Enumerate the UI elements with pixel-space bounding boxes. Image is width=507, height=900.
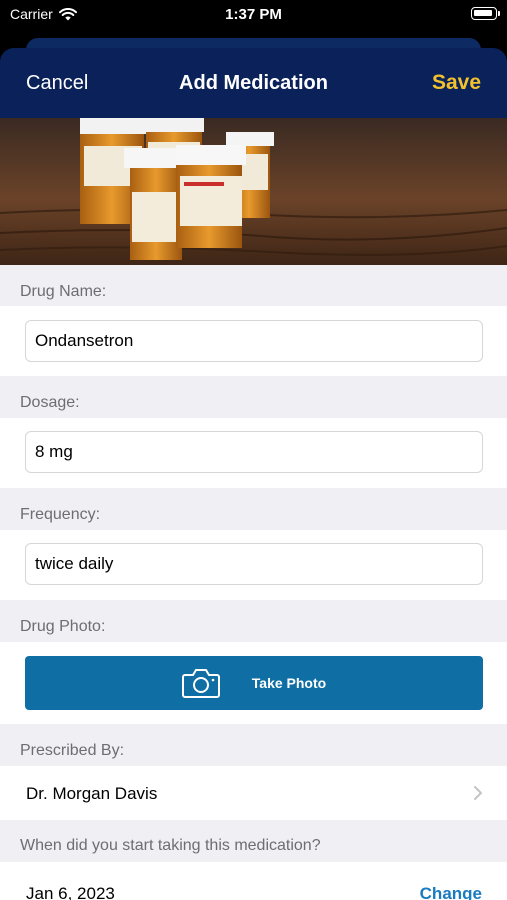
drug-photo-label: Drug Photo: [20,618,106,635]
nav-bar: Cancel Add Medication Save [0,48,507,118]
pill-bottles-illustration [0,118,507,265]
cancel-button[interactable]: Cancel [26,72,88,95]
camera-icon [181,669,220,698]
change-date-button[interactable]: Change [420,884,482,900]
start-date-value: Jan 6, 2023 [26,884,115,900]
frequency-row: twice daily [0,530,507,600]
form-content: Drug Name: Ondansetron Dosage: 8 mg Freq… [0,265,507,900]
status-bar: Carrier 1:37 PM [0,0,507,30]
dosage-row: 8 mg [0,418,507,488]
take-photo-button[interactable]: Take Photo [25,656,483,710]
start-date-label: When did you start taking this medicatio… [20,837,321,854]
dosage-label: Dosage: [20,394,80,411]
prescribed-by-row[interactable]: Dr. Morgan Davis [0,766,507,820]
prescriber-name: Dr. Morgan Davis [26,784,158,803]
battery-icon [471,7,500,20]
drug-photo-row: Take Photo [0,642,507,724]
hero-image [0,118,507,265]
frequency-label: Frequency: [20,506,101,523]
save-button[interactable]: Save [432,71,481,95]
drug-name-row: Ondansetron [0,306,507,376]
drug-name-label: Drug Name: [20,283,107,300]
prescribed-by-label: Prescribed By: [20,742,125,759]
frequency-input[interactable]: twice daily [25,543,483,585]
start-date-row: Jan 6, 2023 Change [0,862,507,900]
drug-name-input[interactable]: Ondansetron [25,320,483,362]
take-photo-label: Take Photo [251,675,327,691]
chevron-right-icon [474,786,482,800]
clock: 1:37 PM [225,6,282,23]
dosage-input[interactable]: 8 mg [25,431,483,473]
